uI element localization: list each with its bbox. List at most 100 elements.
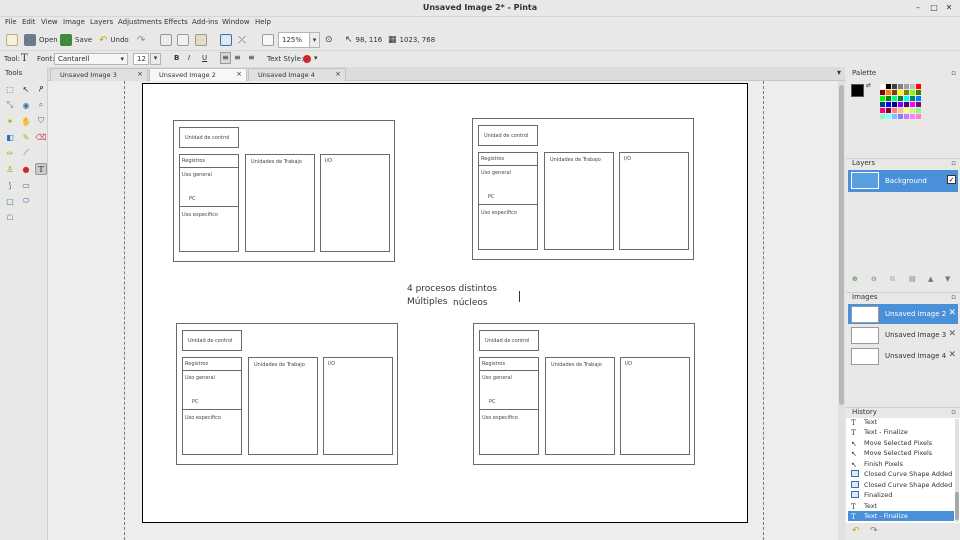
image-item-4[interactable]: Unsaved Image 4 ✕ xyxy=(848,346,958,366)
palette-swatch[interactable] xyxy=(916,108,921,113)
gradient-icon[interactable]: ◧ xyxy=(4,131,16,143)
palette-swatch[interactable] xyxy=(886,108,891,113)
pencil-icon[interactable]: ✏ xyxy=(4,147,16,159)
clone-stamp-icon[interactable]: ♙ xyxy=(4,163,16,175)
palette-swatch[interactable] xyxy=(916,84,921,89)
palette-swatch[interactable] xyxy=(892,114,897,119)
move-layer-up-icon[interactable]: ▲ xyxy=(928,275,933,283)
palette-swatch[interactable] xyxy=(916,90,921,95)
palette-swatch[interactable] xyxy=(910,108,915,113)
color-picker-icon[interactable]: ⟋ xyxy=(20,147,32,159)
align-center-icon[interactable]: ≡ xyxy=(234,53,241,62)
layer-visibility-checkbox[interactable]: ✓ xyxy=(947,175,956,184)
ellipse-icon[interactable]: ⬭ xyxy=(20,195,32,207)
history-item[interactable]: T Text - Finalize xyxy=(848,427,954,437)
undo-icon[interactable]: ↶ xyxy=(852,526,860,536)
history-item[interactable]: T Text xyxy=(848,418,954,427)
italic-button[interactable]: I xyxy=(188,54,190,62)
menu-help[interactable]: Help xyxy=(255,18,271,26)
copy-icon[interactable] xyxy=(177,34,189,46)
undo-button[interactable]: ↶ Undo xyxy=(99,33,129,47)
history-scrollbar[interactable] xyxy=(955,419,959,522)
palette-swatch[interactable] xyxy=(892,96,897,101)
primary-color-swatch[interactable] xyxy=(851,84,864,97)
align-left-icon[interactable]: ≡ xyxy=(220,52,231,64)
swap-colors-icon[interactable]: ⇄ xyxy=(866,82,871,89)
chevron-down-icon[interactable]: ▾ xyxy=(314,54,318,62)
maximize-icon[interactable]: □ xyxy=(928,2,940,14)
menu-window[interactable]: Window xyxy=(222,18,250,26)
align-right-icon[interactable]: ≡ xyxy=(248,53,255,62)
font-size-dropdown[interactable]: ▾ xyxy=(150,53,161,65)
menu-layers[interactable]: Layers xyxy=(90,18,113,26)
bold-button[interactable]: B xyxy=(174,54,179,62)
scrollbar-thumb[interactable] xyxy=(955,492,959,520)
palette-swatch[interactable] xyxy=(886,114,891,119)
palette-swatch[interactable] xyxy=(910,84,915,89)
palette-swatch[interactable] xyxy=(886,90,891,95)
paste-icon[interactable] xyxy=(195,34,207,46)
scrollbar-thumb[interactable] xyxy=(839,85,844,405)
palette-swatch[interactable] xyxy=(904,102,909,107)
redo-icon[interactable]: ↷ xyxy=(870,526,878,536)
history-item[interactable]: ↖ Finish Pixels xyxy=(848,459,954,469)
palette-swatch[interactable] xyxy=(892,84,897,89)
rectangle-select-icon[interactable]: ⬚ xyxy=(4,83,16,95)
history-item-selected[interactable]: T Text - Finalize xyxy=(848,511,954,521)
close-icon[interactable]: ✕ xyxy=(943,2,955,14)
eraser-icon[interactable]: ⌫ xyxy=(35,131,47,143)
menu-edit[interactable]: Edit xyxy=(22,18,36,26)
palette-swatch[interactable] xyxy=(880,102,885,107)
close-icon[interactable]: ✕ xyxy=(948,308,956,318)
paint-bucket-icon[interactable]: ⛉ xyxy=(35,115,47,127)
font-size-field[interactable]: 12 xyxy=(133,53,149,65)
history-item[interactable]: T Text xyxy=(848,501,954,511)
palette-swatch[interactable] xyxy=(886,102,891,107)
ellipse-select-icon[interactable]: ◉ xyxy=(20,99,32,111)
palette-swatch[interactable] xyxy=(910,114,915,119)
palette-swatch[interactable] xyxy=(892,90,897,95)
tabs-menu-icon[interactable]: ▾ xyxy=(837,68,841,77)
panel-menu-icon[interactable]: ▫ xyxy=(951,408,956,416)
palette-swatch[interactable] xyxy=(904,84,909,89)
image-canvas[interactable]: 4 procesos distintos Múltiples núcleos U… xyxy=(142,83,748,523)
delete-layer-icon[interactable]: ⊖ xyxy=(871,275,877,283)
palette-swatch[interactable] xyxy=(916,102,921,107)
magic-wand-icon[interactable]: ✦ xyxy=(4,115,16,127)
palette-swatch[interactable] xyxy=(898,96,903,101)
cut-icon[interactable] xyxy=(160,34,172,46)
canvas-scrollbar[interactable] xyxy=(838,81,845,540)
history-item[interactable]: Closed Curve Shape Added xyxy=(848,480,954,490)
move-layer-down-icon[interactable]: ▼ xyxy=(945,275,950,283)
palette-swatch[interactable] xyxy=(910,96,915,101)
palette-swatch[interactable] xyxy=(898,90,903,95)
rounded-rectangle-icon[interactable]: ▢ xyxy=(4,195,16,207)
close-icon[interactable]: × xyxy=(236,70,242,78)
lasso-icon[interactable]: ዖ xyxy=(35,83,47,95)
panel-menu-icon[interactable]: ▫ xyxy=(951,293,956,301)
menu-adjustments[interactable]: Adjustments xyxy=(118,18,162,26)
image-item-3[interactable]: Unsaved Image 3 ✕ xyxy=(848,325,958,345)
merge-layer-icon[interactable]: ▤ xyxy=(909,275,916,283)
palette-swatch[interactable] xyxy=(880,108,885,113)
palette-swatch[interactable] xyxy=(910,102,915,107)
add-layer-icon[interactable]: ⊕ xyxy=(852,275,858,283)
underline-button[interactable]: U xyxy=(202,54,207,62)
panel-menu-icon[interactable]: ▫ xyxy=(951,159,956,167)
print-icon[interactable] xyxy=(262,34,274,46)
palette-swatch[interactable] xyxy=(886,96,891,101)
menu-effects[interactable]: Effects xyxy=(164,18,188,26)
crop-icon[interactable] xyxy=(220,34,232,46)
save-button[interactable]: Save xyxy=(60,33,92,47)
history-list[interactable]: T Text T Text - Finalize ↖ Move Selected Pi… xyxy=(846,418,960,523)
layer-item-background[interactable]: Background ✓ xyxy=(848,170,958,192)
tab-unsaved-image-3[interactable]: Unsaved Image 3 × xyxy=(50,68,148,81)
palette-swatch[interactable] xyxy=(904,96,909,101)
paintbrush-icon[interactable]: ✎ xyxy=(20,131,32,143)
recolor-icon[interactable]: ● xyxy=(20,163,32,175)
deselect-icon[interactable]: ⤫ xyxy=(238,35,246,46)
palette-swatch[interactable] xyxy=(880,96,885,101)
new-image-icon[interactable] xyxy=(6,34,18,46)
rectangle-icon[interactable]: ▭ xyxy=(20,179,32,191)
palette-swatch[interactable] xyxy=(904,90,909,95)
